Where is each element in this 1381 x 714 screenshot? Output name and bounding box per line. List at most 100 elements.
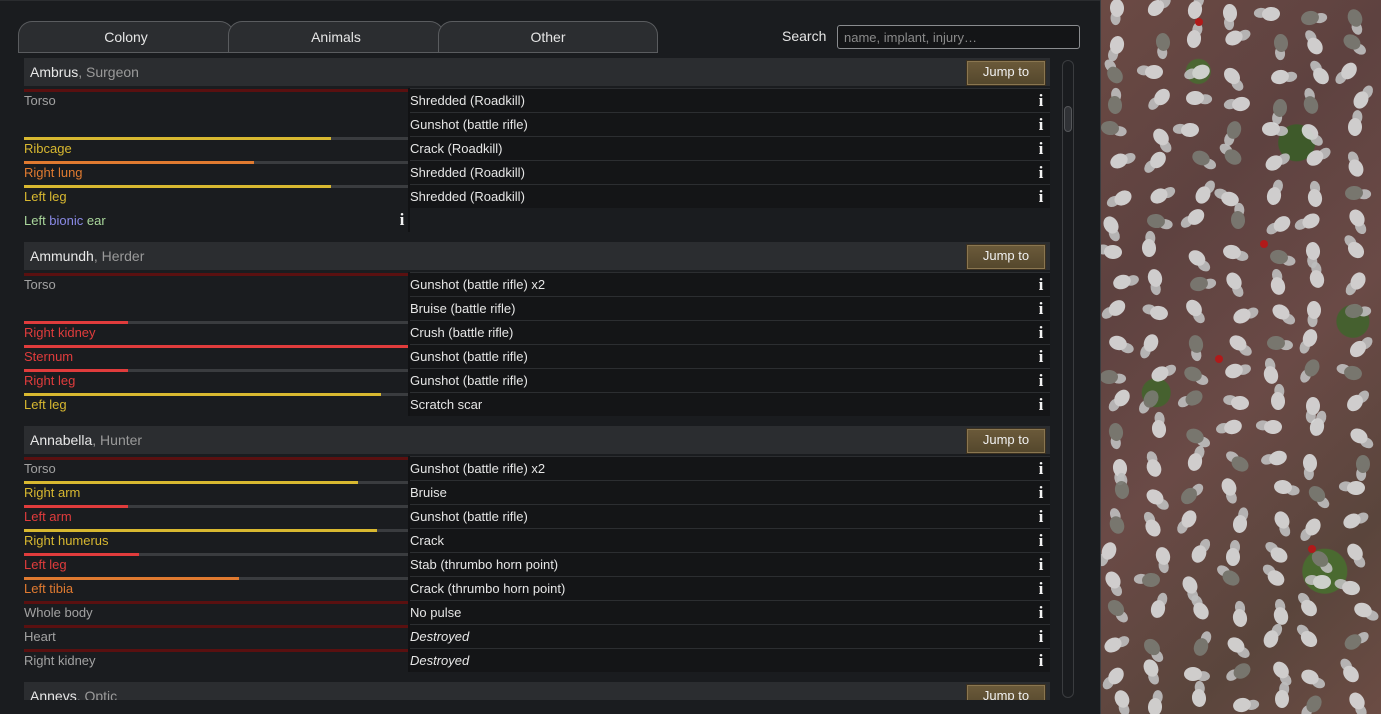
info-icon[interactable]: i	[1038, 579, 1044, 599]
info-icon[interactable]: i	[1038, 483, 1044, 503]
hediff-cell[interactable]: Gunshot (battle rifle) i	[410, 344, 1050, 368]
map-pawn	[1272, 98, 1288, 118]
map-pawn	[1221, 64, 1244, 88]
body-part-cell	[24, 296, 408, 320]
tab-colony[interactable]: Colony	[18, 21, 234, 53]
info-icon[interactable]: i	[1038, 651, 1044, 671]
tab-animals[interactable]: Animals	[228, 21, 444, 53]
map-pawn	[1100, 539, 1119, 562]
info-icon[interactable]: i	[1038, 139, 1044, 159]
map-pawn	[1340, 31, 1364, 54]
map-pawn	[1303, 34, 1326, 58]
hediff-cell[interactable]: Shredded (Roadkill) i	[410, 184, 1050, 208]
pawn-role: , Surgeon	[78, 64, 139, 80]
map-pawn	[1230, 394, 1250, 411]
info-icon[interactable]: i	[399, 210, 405, 230]
world-map-view[interactable]	[1100, 0, 1381, 714]
map-pawn	[1111, 687, 1132, 711]
hediff-cell[interactable]: Crush (battle rifle) i	[410, 320, 1050, 344]
info-icon[interactable]: i	[1038, 371, 1044, 391]
map-pawn	[1313, 574, 1332, 589]
jump-to-button[interactable]: Jump to	[966, 60, 1046, 86]
hediff-cell[interactable]: Scratch scar i	[410, 392, 1050, 416]
map-pawn	[1147, 185, 1171, 208]
hediff-cell[interactable]: Gunshot (battle rifle) i	[410, 112, 1050, 136]
map-pawn	[1222, 417, 1244, 437]
info-icon[interactable]: i	[1038, 507, 1044, 527]
info-icon[interactable]: i	[1038, 627, 1044, 647]
hediff-cell[interactable]: Destroyed i	[410, 648, 1050, 672]
map-pawn	[1107, 514, 1127, 537]
info-icon[interactable]: i	[1038, 91, 1044, 111]
map-pawn	[1301, 94, 1321, 117]
hediff-cell[interactable]: Bruise i	[410, 480, 1050, 504]
health-row: Left tibia Crack (thrumbo horn point) i	[24, 576, 1050, 600]
map-pawn	[1300, 327, 1320, 349]
pawn-name: Ammundh, Herder	[30, 248, 144, 264]
scrollbar-track[interactable]	[1062, 60, 1074, 698]
hediff-cell[interactable]: Crack i	[410, 528, 1050, 552]
health-overview-dialog: Colony Animals Other Search Ambrus, Surg…	[0, 0, 1101, 714]
search-input[interactable]	[837, 25, 1080, 49]
map-pawn	[1192, 183, 1214, 206]
info-icon[interactable]: i	[1038, 323, 1044, 343]
hediff-cell[interactable]: Gunshot (battle rifle) i	[410, 368, 1050, 392]
map-pawn	[1261, 627, 1282, 650]
health-bar-fill	[24, 161, 255, 164]
map-pawn	[1230, 607, 1249, 629]
map-pawn	[1228, 453, 1252, 475]
map-pawn	[1347, 117, 1363, 137]
scrollbar-thumb[interactable]	[1064, 106, 1072, 132]
hediff-cell[interactable]: Stab (thrumbo horn point) i	[410, 552, 1050, 576]
pawn-group: Annevs, Optic Jump to	[24, 682, 1050, 700]
info-icon[interactable]: i	[1038, 299, 1044, 319]
hediff-cell[interactable]: Shredded (Roadkill) i	[410, 160, 1050, 184]
map-pawn	[1302, 453, 1319, 473]
map-pawn	[1183, 296, 1206, 320]
map-pawn	[1270, 391, 1287, 411]
jump-to-button[interactable]: Jump to	[966, 684, 1046, 700]
jump-to-button[interactable]: Jump to	[966, 428, 1046, 454]
jump-to-button[interactable]: Jump to	[966, 244, 1046, 270]
body-part-label: Torso	[24, 461, 56, 476]
map-pawn	[1343, 391, 1367, 414]
map-pawn	[1270, 658, 1293, 681]
info-icon[interactable]: i	[1038, 459, 1044, 479]
hediff-cell[interactable]: Crack (thrumbo horn point) i	[410, 576, 1050, 600]
map-pawn	[1111, 186, 1134, 209]
map-pawn	[1108, 34, 1126, 56]
body-part-cell: Left tibia	[24, 576, 408, 600]
hediff-cell[interactable]: Gunshot (battle rifle) i	[410, 504, 1050, 528]
hediff-cell[interactable]: Gunshot (battle rifle) x2 i	[410, 456, 1050, 480]
map-pawn	[1267, 448, 1289, 468]
tab-other[interactable]: Other	[438, 21, 658, 53]
body-part-cell: Right leg	[24, 368, 408, 392]
hediff-cell[interactable]: No pulse i	[410, 600, 1050, 624]
health-row: Sternum Gunshot (battle rifle) i	[24, 344, 1050, 368]
health-bar-fill	[24, 577, 240, 580]
info-icon[interactable]: i	[1038, 531, 1044, 551]
map-pawn	[1341, 510, 1364, 532]
hediff-cell[interactable]: Crack (Roadkill) i	[410, 136, 1050, 160]
hediff-cell[interactable]: Destroyed i	[410, 624, 1050, 648]
info-icon[interactable]: i	[1038, 187, 1044, 207]
info-icon[interactable]: i	[1038, 163, 1044, 183]
pawn-group: Ammundh, Herder Jump to Torso Gunshot (batt…	[24, 242, 1050, 416]
info-icon[interactable]: i	[1038, 347, 1044, 367]
hediff-cell[interactable]: Bruise (battle rifle) i	[410, 296, 1050, 320]
map-pawn	[1343, 302, 1364, 320]
health-bar-fill	[24, 625, 408, 628]
map-pawn	[1298, 120, 1322, 143]
info-icon[interactable]: i	[1038, 555, 1044, 575]
info-icon[interactable]: i	[1038, 395, 1044, 415]
health-row: Right humerus Crack i	[24, 528, 1050, 552]
pawn-name-text: Ammundh	[30, 248, 94, 264]
hediff-label: Crush (battle rifle)	[410, 325, 514, 340]
hediff-cell[interactable]: Shredded (Roadkill) i	[410, 88, 1050, 112]
map-pawn	[1297, 596, 1321, 620]
implant-word: bionic	[49, 213, 84, 228]
info-icon[interactable]: i	[1038, 115, 1044, 135]
hediff-cell[interactable]: Gunshot (battle rifle) x2 i	[410, 272, 1050, 296]
info-icon[interactable]: i	[1038, 275, 1044, 295]
info-icon[interactable]: i	[1038, 603, 1044, 623]
